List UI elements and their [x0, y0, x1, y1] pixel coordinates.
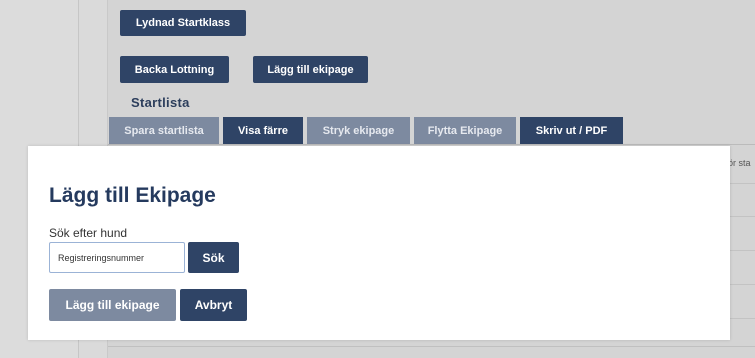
cancel-button[interactable]: Avbryt [180, 289, 247, 321]
search-button[interactable]: Sök [188, 242, 239, 273]
table-row-divider [730, 250, 755, 251]
tab-stryk-ekipage[interactable]: Stryk ekipage [307, 117, 410, 144]
startlista-title: Startlista [131, 95, 190, 110]
dialog-title: Lägg till Ekipage [49, 184, 216, 207]
table-row-divider [730, 183, 755, 184]
table-column-header: ör sta [728, 158, 751, 168]
add-ekipage-dialog: Lägg till Ekipage Sök efter hund Sök Läg… [28, 146, 730, 340]
table-row-divider [730, 284, 755, 285]
table-row-divider [730, 318, 755, 319]
table-row-divider [730, 216, 755, 217]
add-ekipage-top-button[interactable]: Lägg till ekipage [253, 56, 368, 83]
tab-spara-startlista[interactable]: Spara startlista [109, 117, 219, 144]
table-bottom-border [108, 346, 755, 347]
search-label: Sök efter hund [49, 226, 128, 240]
lydnad-startklass-button[interactable]: Lydnad Startklass [120, 10, 246, 36]
registration-number-input[interactable] [49, 242, 185, 273]
tab-flytta-ekipage[interactable]: Flytta Ekipage [414, 117, 516, 144]
tab-visa-farre[interactable]: Visa färre [223, 117, 303, 144]
tab-skriv-ut-pdf[interactable]: Skriv ut / PDF [520, 117, 623, 144]
tab-strip-divider [108, 144, 755, 145]
add-ekipage-button[interactable]: Lägg till ekipage [49, 289, 176, 321]
backa-lottning-button[interactable]: Backa Lottning [120, 56, 229, 83]
